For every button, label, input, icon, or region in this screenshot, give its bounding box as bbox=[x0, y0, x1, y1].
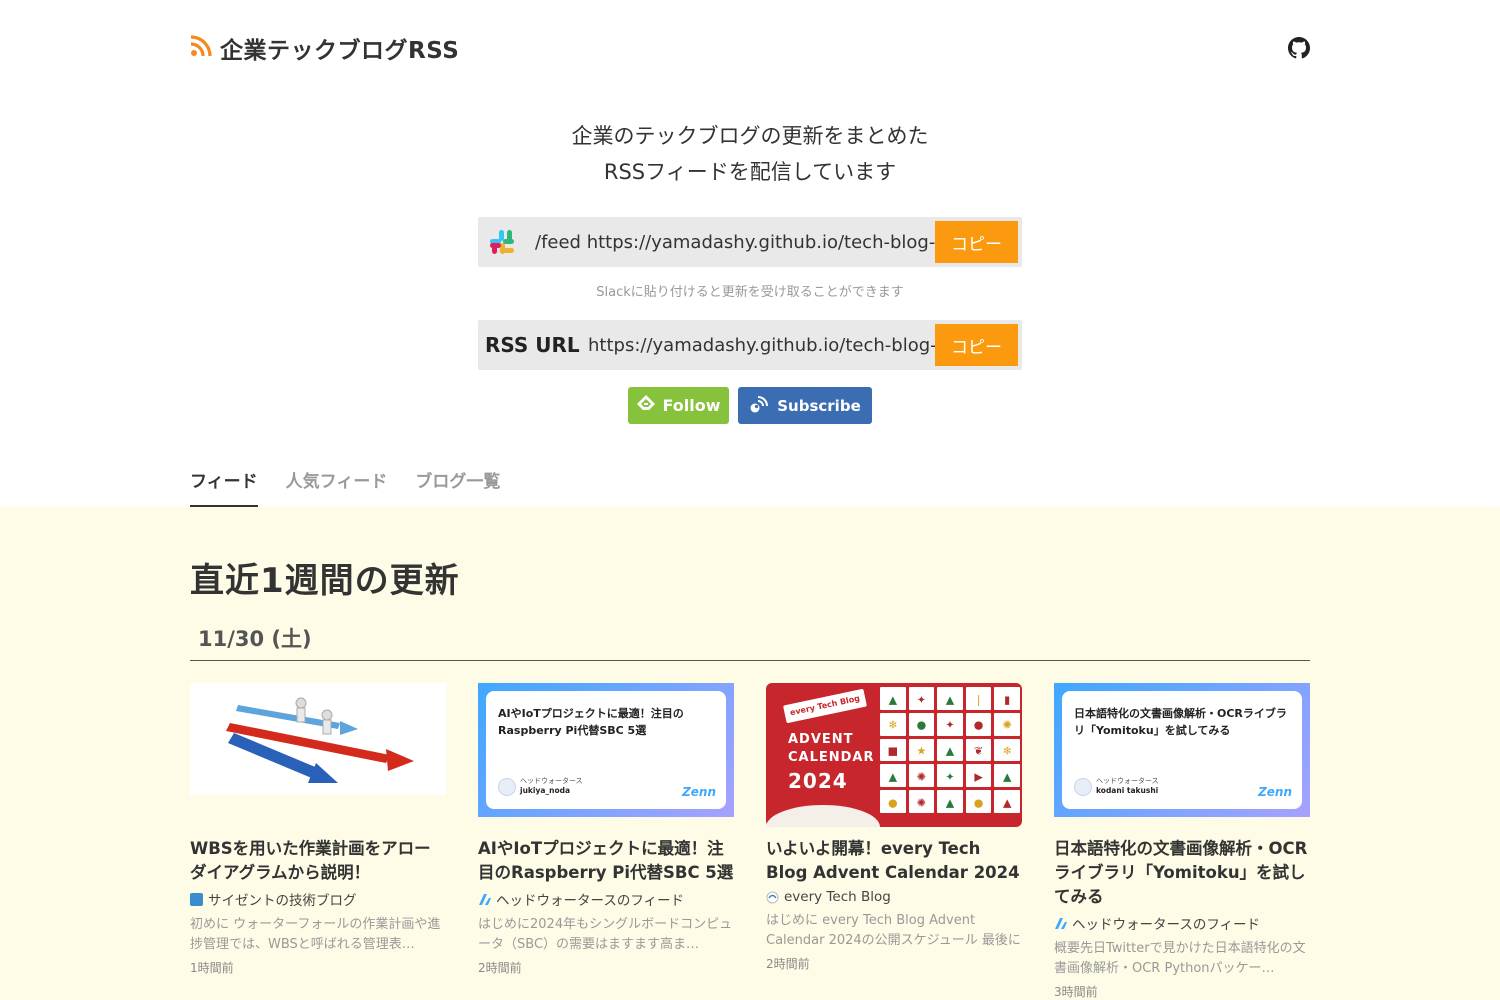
site-title: 企業テックブログRSS bbox=[220, 38, 460, 64]
card-source-name: ヘッドウォータースのフィード bbox=[1072, 917, 1261, 933]
feed-card[interactable]: WBSを用いた作業計画をアローダイアグラムから説明！ サイゼントの技術ブログ 初… bbox=[190, 683, 446, 976]
zenn-favicon-icon bbox=[478, 893, 491, 906]
inoreader-subscribe-label: Subscribe bbox=[777, 396, 861, 415]
feed-section: 直近1週間の更新 11/30 (土) WBSを用いた作業計画をアローダイアグラム… bbox=[0, 507, 1500, 1000]
card-excerpt: はじめに every Tech Blog Advent Calendar 202… bbox=[766, 913, 1021, 948]
feedly-follow-button[interactable]: Follow bbox=[628, 387, 729, 424]
github-icon[interactable] bbox=[1288, 37, 1310, 59]
slack-command-box: /feed https://yamadashy.github.io/tech-b… bbox=[478, 217, 1022, 267]
card-excerpt: 初めに ウォーターフォールの作業計画や進捗管理では、WBSと呼ばれる管理表… bbox=[190, 917, 441, 952]
feed-card[interactable]: every Tech Blog ADVENT CALENDAR 2024 ▲ ✦… bbox=[766, 683, 1022, 972]
date-heading: 11/30 (土) bbox=[190, 623, 1310, 661]
card-source[interactable]: サイゼントの技術ブログ bbox=[190, 889, 446, 909]
site-brand[interactable]: 企業テックブログRSS bbox=[190, 31, 459, 65]
zenn-favicon-icon bbox=[1054, 917, 1067, 930]
thumb-line2: CALENDAR bbox=[788, 750, 875, 765]
card-source-name: every Tech Blog bbox=[784, 889, 891, 905]
author-avatar bbox=[498, 777, 516, 796]
card-title[interactable]: WBSを用いた作業計画をアローダイアグラムから説明！ bbox=[190, 837, 446, 885]
tab-popular-feed[interactable]: 人気フィード bbox=[286, 468, 388, 507]
card-source[interactable]: ヘッドウォータースのフィード bbox=[478, 889, 734, 909]
card-source[interactable]: ヘッドウォータースのフィード bbox=[1054, 913, 1310, 933]
author-avatar bbox=[1074, 777, 1092, 796]
rss-url-label: RSS URL bbox=[485, 333, 580, 357]
tab-blog-list[interactable]: ブログ一覧 bbox=[415, 468, 500, 507]
copy-rss-url-button[interactable]: コピー bbox=[935, 324, 1018, 366]
card-thumbnail[interactable]: 日本語特化の文書画像解析・OCRライブラリ「Yomitoku」を試してみる ヘッ… bbox=[1054, 683, 1310, 817]
tab-feed[interactable]: フィード bbox=[190, 468, 258, 507]
card-title[interactable]: AIやIoTプロジェクトに最適！注目のRaspberry Pi代替SBC 5選 bbox=[478, 837, 734, 885]
follow-buttons: Follow Subscribe bbox=[628, 387, 872, 424]
tagline-line2: RSSフィードを配信しています bbox=[603, 160, 897, 184]
thumb-author: kodani takushi bbox=[1096, 786, 1159, 795]
card-thumbnail[interactable]: AIやIoTプロジェクトに最適！注目の Raspberry Pi代替SBC 5選… bbox=[478, 683, 734, 817]
feed-card[interactable]: AIやIoTプロジェクトに最適！注目の Raspberry Pi代替SBC 5選… bbox=[478, 683, 734, 976]
blog-favicon-icon bbox=[190, 892, 203, 906]
section-title: 直近1週間の更新 bbox=[190, 561, 460, 601]
feedly-icon bbox=[636, 394, 656, 418]
feedly-follow-label: Follow bbox=[662, 396, 721, 415]
thumb-org: ヘッドウォータース bbox=[1096, 777, 1159, 785]
rss-url-text[interactable]: https://yamadashy.github.io/tech-blog-rs… bbox=[580, 335, 935, 356]
card-source-name: ヘッドウォータースのフィード bbox=[496, 893, 685, 909]
tagline: 企業のテックブログの更新をまとめた RSSフィードを配信しています bbox=[0, 118, 1500, 190]
tab-bar: フィード 人気フィード ブログ一覧 bbox=[190, 468, 500, 508]
advent-calendar-grid: ▲ ✦ ▲ ❘ ▮ ❄ ● ✦ ● ✺ ■ ★ ▲ ❦ ❄ ▲ ✺ ✦ ▶ ▲ bbox=[880, 687, 1020, 813]
zenn-logo: Zenn bbox=[682, 785, 716, 799]
site-header: 企業テックブログRSS bbox=[190, 30, 1310, 66]
thumb-title: 日本語特化の文書画像解析・OCRライブラリ「Yomitoku」を試してみる bbox=[1074, 707, 1287, 737]
thumb-author: jukiya_noda bbox=[520, 786, 571, 795]
card-thumbnail[interactable] bbox=[190, 683, 446, 795]
card-source-name: サイゼントの技術ブログ bbox=[208, 893, 357, 909]
card-source[interactable]: every Tech Blog bbox=[766, 889, 1022, 905]
thumb-line1: ADVENT bbox=[788, 732, 854, 747]
thumb-title: AIやIoTプロジェクトに最適！注目の Raspberry Pi代替SBC 5選 bbox=[498, 707, 684, 737]
wbs-arrows-illustration bbox=[226, 697, 414, 783]
thumb-year: 2024 bbox=[788, 769, 848, 793]
zenn-logo: Zenn bbox=[1258, 785, 1292, 799]
card-time: 1時間前 bbox=[190, 961, 234, 975]
card-title[interactable]: いよいよ開幕！every Tech Blog Advent Calendar 2… bbox=[766, 837, 1022, 885]
inoreader-icon bbox=[749, 394, 769, 418]
card-thumbnail[interactable]: every Tech Blog ADVENT CALENDAR 2024 ▲ ✦… bbox=[766, 683, 1022, 827]
card-time: 3時間前 bbox=[1054, 985, 1098, 999]
copy-slack-command-button[interactable]: コピー bbox=[935, 221, 1018, 263]
every-favicon-icon bbox=[766, 891, 779, 904]
tagline-line1: 企業のテックブログの更新をまとめた bbox=[571, 124, 929, 148]
inoreader-subscribe-button[interactable]: Subscribe bbox=[738, 387, 872, 424]
card-excerpt: 概要先日Twitterで見かけた日本語特化の文書画像解析・OCR Pythonパ… bbox=[1054, 941, 1306, 976]
rss-url-box: RSS URL https://yamadashy.github.io/tech… bbox=[478, 320, 1022, 370]
feed-card[interactable]: 日本語特化の文書画像解析・OCRライブラリ「Yomitoku」を試してみる ヘッ… bbox=[1054, 683, 1310, 1000]
slack-icon bbox=[478, 217, 526, 267]
card-title[interactable]: 日本語特化の文書画像解析・OCRライブラリ「Yomitoku」を試してみる bbox=[1054, 837, 1310, 909]
card-excerpt: はじめに2024年もシングルボードコンピュータ（SBC）の需要はますます高ま… bbox=[478, 917, 733, 952]
rss-icon bbox=[190, 35, 212, 61]
card-time: 2時間前 bbox=[766, 957, 810, 971]
slack-hint: Slackに貼り付けると更新を受け取ることができます bbox=[596, 285, 904, 300]
slack-command-text[interactable]: /feed https://yamadashy.github.io/tech-b… bbox=[526, 232, 935, 253]
thumb-org: ヘッドウォータース bbox=[520, 777, 583, 785]
card-time: 2時間前 bbox=[478, 961, 522, 975]
